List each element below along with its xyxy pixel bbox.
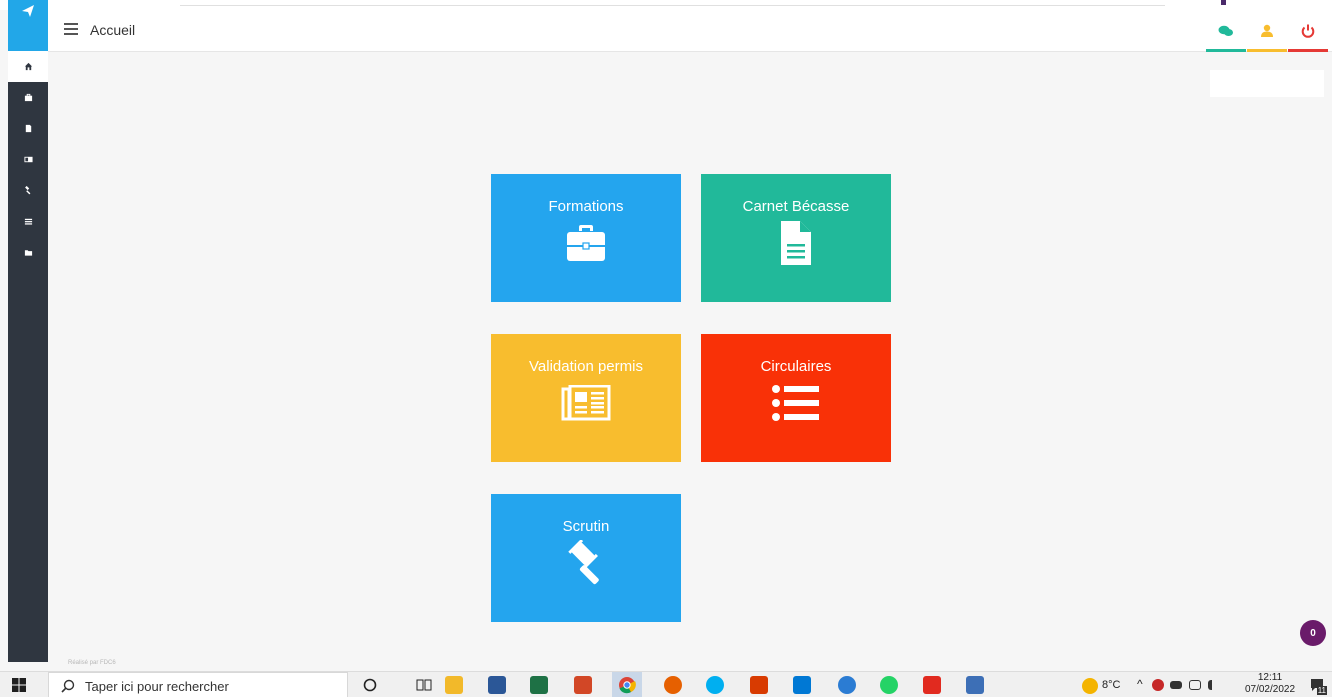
tile-formations[interactable]: Formations <box>491 174 681 302</box>
outlook-icon[interactable] <box>793 676 811 694</box>
sidebar-item-scrutin[interactable] <box>8 175 48 206</box>
sidebar-item-carnet[interactable] <box>8 113 48 144</box>
briefcase-icon <box>24 93 32 102</box>
file-explorer-icon[interactable] <box>445 676 463 694</box>
task-view-icon[interactable] <box>416 678 432 692</box>
tile-circulaires[interactable]: Circulaires <box>701 334 891 462</box>
chat-button[interactable] <box>1206 10 1246 52</box>
clock[interactable]: 12:11 07/02/2022 <box>1240 672 1300 697</box>
tile-label: Scrutin <box>562 518 610 535</box>
tile-label: Circulaires <box>760 358 832 375</box>
folder-icon <box>24 250 32 256</box>
firefox-icon[interactable] <box>664 676 682 694</box>
list-icon <box>766 378 826 428</box>
tile-label: Validation permis <box>529 358 643 375</box>
hamburger-menu-button[interactable] <box>64 23 78 37</box>
windows-start-icon[interactable] <box>12 678 26 692</box>
remote-desktop-icon[interactable] <box>966 676 984 694</box>
sidebar-item-home[interactable] <box>8 51 48 82</box>
chat-icon <box>1218 25 1233 36</box>
id-card-icon <box>23 156 33 163</box>
tile-label: Formations <box>548 198 624 215</box>
document-icon <box>766 218 826 268</box>
home-icon <box>24 62 32 71</box>
paper-plane-icon <box>22 5 34 17</box>
action-center-button[interactable]: 11 <box>1309 677 1327 695</box>
skype-icon[interactable] <box>706 676 724 694</box>
office-icon[interactable] <box>750 676 768 694</box>
cortana-icon[interactable] <box>363 678 377 692</box>
acrobat-icon[interactable] <box>923 676 941 694</box>
tile-validation-permis[interactable]: Validation permis <box>491 334 681 462</box>
sidebar-item-documents[interactable] <box>8 237 48 268</box>
tile-scrutin[interactable]: Scrutin <box>491 494 681 622</box>
clock-time: 12:11 <box>1257 672 1283 683</box>
notice-box <box>1210 70 1324 97</box>
os-taskbar: Taper ici pour rechercher 8°C ^ 12:11 07… <box>0 671 1332 697</box>
whatsapp-icon[interactable] <box>880 676 898 694</box>
word-icon[interactable] <box>488 676 506 694</box>
top-header: Accueil <box>48 10 1332 52</box>
power-underline <box>1288 49 1328 52</box>
browser-top-strip <box>0 0 1332 10</box>
clock-date: 07/02/2022 <box>1244 684 1296 695</box>
notification-badge[interactable]: 0 <box>1300 620 1326 646</box>
weather-icon[interactable] <box>1082 678 1098 694</box>
power-icon <box>1301 24 1315 38</box>
app-root: Accueil Formations Carnet Bécasse Valida… <box>0 0 1332 697</box>
tile-carnet-becasse[interactable]: Carnet Bécasse <box>701 174 891 302</box>
chat-underline <box>1206 49 1246 52</box>
divider <box>180 5 1165 6</box>
tile-label: Carnet Bécasse <box>742 198 850 215</box>
footer-note: Réalisé par FDC6 <box>68 660 116 666</box>
chrome-icon <box>619 677 636 694</box>
user-icon <box>1261 24 1273 37</box>
user-button[interactable] <box>1247 10 1287 52</box>
chrome-active-icon[interactable] <box>612 672 642 697</box>
page-title: Accueil <box>90 22 136 38</box>
gavel-icon <box>556 538 616 588</box>
taskbar-search-box[interactable]: Taper ici pour rechercher <box>48 672 348 697</box>
sidebar-item-permis[interactable] <box>8 144 48 175</box>
gavel-icon <box>24 186 30 195</box>
chevron-up-icon[interactable]: ^ <box>1137 677 1143 691</box>
search-icon <box>61 679 75 693</box>
newspaper-icon <box>556 378 616 428</box>
list-icon <box>24 218 32 225</box>
network-icon[interactable] <box>1189 680 1201 690</box>
document-icon <box>25 124 31 133</box>
search-placeholder: Taper ici pour rechercher <box>85 679 229 694</box>
antivirus-icon[interactable] <box>1152 679 1164 691</box>
volume-muted-icon[interactable] <box>1208 680 1218 690</box>
excel-icon[interactable] <box>530 676 548 694</box>
sidebar <box>8 0 48 662</box>
user-underline <box>1247 49 1287 52</box>
sidebar-item-formations[interactable] <box>8 82 48 113</box>
brand-logo[interactable] <box>8 0 48 51</box>
sidebar-item-circulaires[interactable] <box>8 206 48 237</box>
action-center-count: 11 <box>1316 686 1327 695</box>
messenger-icon[interactable] <box>838 676 856 694</box>
weather-temperature: 8°C <box>1102 679 1121 691</box>
briefcase-icon <box>556 218 616 268</box>
logout-button[interactable] <box>1288 10 1328 52</box>
battery-icon[interactable] <box>1170 681 1182 689</box>
powerpoint-icon[interactable] <box>574 676 592 694</box>
marker <box>1221 0 1226 5</box>
